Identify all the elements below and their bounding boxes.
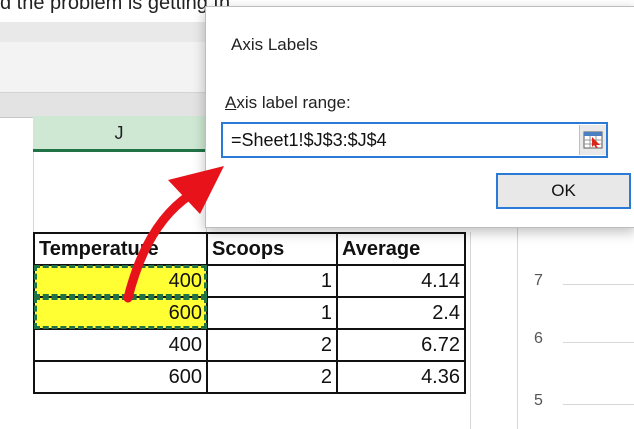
header-temperature[interactable]: Temperature bbox=[33, 232, 208, 266]
cell-average[interactable]: 4.14 bbox=[336, 264, 466, 298]
ok-button[interactable]: OK bbox=[496, 173, 631, 209]
cell-temperature-selected[interactable]: 600 bbox=[33, 296, 208, 330]
cell-average[interactable]: 4.36 bbox=[336, 360, 466, 394]
cell-average[interactable]: 2.4 bbox=[336, 296, 466, 330]
range-label: Axis label range: bbox=[225, 93, 351, 113]
cell-scoops[interactable]: 2 bbox=[206, 360, 338, 394]
axis-label-range-input[interactable] bbox=[221, 122, 608, 158]
gridline bbox=[563, 342, 634, 343]
table-row: 400 2 6.72 bbox=[33, 328, 466, 362]
chart-axis-area[interactable]: 7 6 5 bbox=[517, 232, 634, 429]
cell-temperature[interactable]: 400 bbox=[33, 328, 208, 362]
grid-line bbox=[470, 232, 471, 429]
gridline bbox=[563, 404, 634, 405]
table-row: 400 1 4.14 bbox=[33, 264, 466, 298]
cell-scoops[interactable]: 1 bbox=[206, 296, 338, 330]
header-average[interactable]: Average bbox=[336, 232, 466, 266]
collapse-dialog-icon bbox=[583, 131, 603, 149]
axis-tick-label: 7 bbox=[534, 272, 543, 289]
partial-heading-text: d the problem is getting th bbox=[0, 0, 231, 14]
table-row: 600 2 4.36 bbox=[33, 360, 466, 394]
cell-scoops[interactable]: 1 bbox=[206, 264, 338, 298]
table-row: 600 1 2.4 bbox=[33, 296, 466, 330]
axis-labels-dialog: Axis Labels Axis label range: OK bbox=[205, 6, 634, 228]
cell-temperature[interactable]: 600 bbox=[33, 360, 208, 394]
cell-scoops[interactable]: 2 bbox=[206, 328, 338, 362]
cell-temperature-selected[interactable]: 400 bbox=[33, 264, 208, 298]
column-header-j[interactable]: J bbox=[33, 116, 206, 152]
cell-average[interactable]: 6.72 bbox=[336, 328, 466, 362]
collapse-dialog-button[interactable] bbox=[579, 125, 606, 155]
range-label-text: xis label range: bbox=[236, 93, 351, 112]
grid-line bbox=[33, 152, 34, 232]
axis-tick-label: 5 bbox=[534, 392, 543, 409]
table-header-row: Temperature Scoops Average bbox=[33, 232, 466, 266]
dialog-title: Axis Labels bbox=[231, 35, 318, 54]
axis-tick-label: 6 bbox=[534, 330, 543, 347]
range-label-mnemonic: A bbox=[225, 93, 237, 112]
header-scoops[interactable]: Scoops bbox=[206, 232, 338, 266]
data-table: Temperature Scoops Average 400 1 4.14 60… bbox=[33, 232, 466, 394]
gridline bbox=[563, 284, 634, 285]
